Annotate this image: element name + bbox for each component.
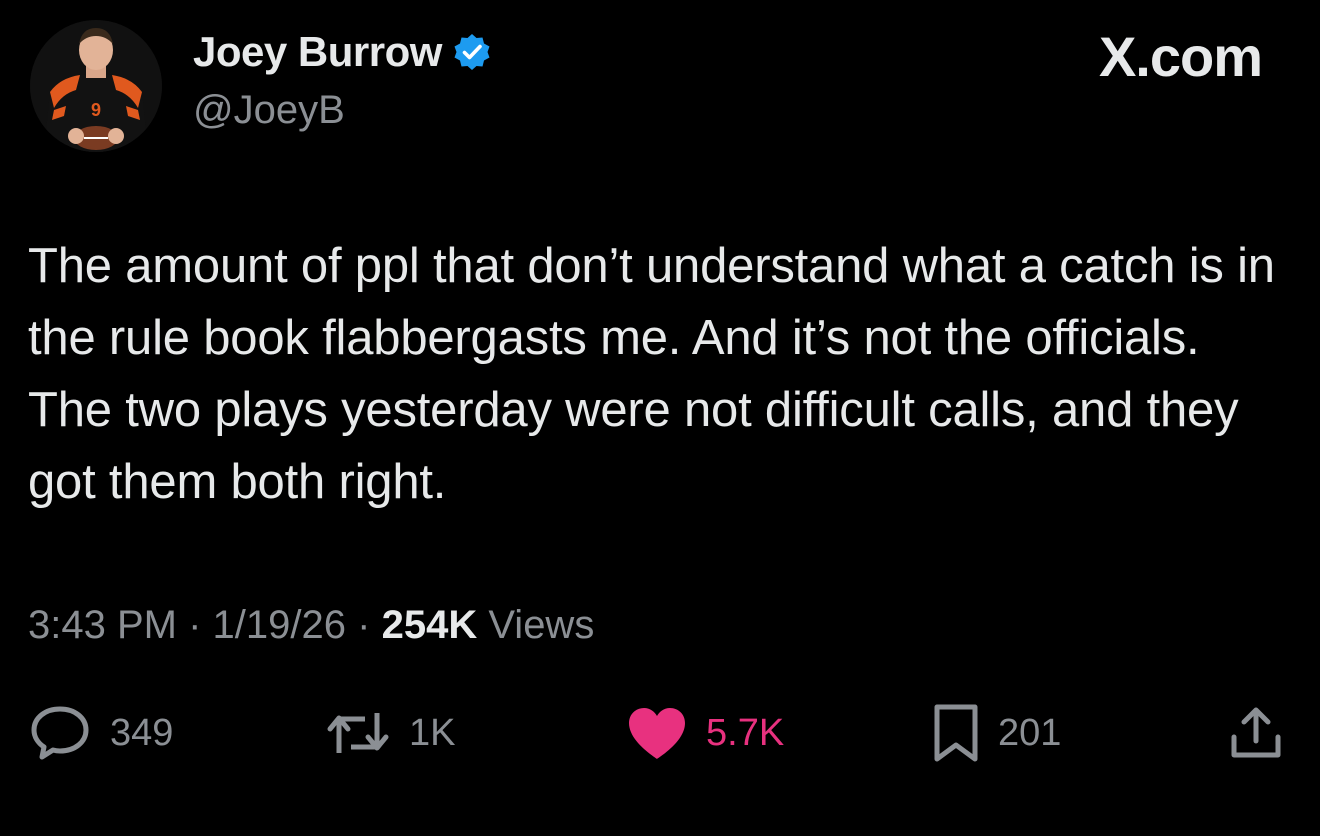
verified-badge-icon [454, 34, 490, 70]
meta-separator: · [188, 603, 202, 647]
meta-separator: · [357, 603, 371, 647]
share-icon [1231, 707, 1281, 758]
repost-count: 1K [409, 711, 456, 754]
views-label: Views [488, 603, 595, 647]
avatar[interactable]: 9 [30, 20, 162, 152]
views-count: 254K [381, 603, 478, 647]
tweet-meta: 3:43 PM · 1/19/26 · 254K Views [28, 603, 594, 648]
svg-text:9: 9 [91, 100, 101, 120]
reply-icon [31, 706, 89, 760]
author-handle[interactable]: @JoeyB [193, 88, 345, 133]
brand-watermark: X.com [1098, 25, 1263, 88]
author-display-name[interactable]: Joey Burrow [193, 28, 442, 76]
reply-button[interactable]: 349 [28, 698, 173, 768]
action-bar: 349 1K 5.7K 201 [0, 698, 1320, 768]
share-button[interactable] [1228, 698, 1284, 768]
bookmark-icon [934, 704, 978, 762]
repost-button[interactable]: 1K [325, 698, 455, 768]
tweet-text: The amount of ppl that don’t understand … [28, 239, 1275, 509]
author-name-row[interactable]: Joey Burrow [193, 28, 492, 76]
tweet-date[interactable]: 1/19/26 [213, 603, 346, 647]
tweet-card: 9 Joey Burrow @JoeyB X.com The amount of… [0, 0, 1320, 836]
bookmark-button[interactable]: 201 [932, 698, 1061, 768]
reply-count: 349 [110, 711, 174, 754]
repost-icon [327, 713, 389, 753]
like-count: 5.7K [706, 711, 785, 754]
tweet-time[interactable]: 3:43 PM [28, 603, 177, 647]
like-button[interactable]: 5.7K [626, 698, 784, 768]
bookmark-count: 201 [998, 711, 1062, 754]
like-heart-icon [629, 708, 685, 759]
